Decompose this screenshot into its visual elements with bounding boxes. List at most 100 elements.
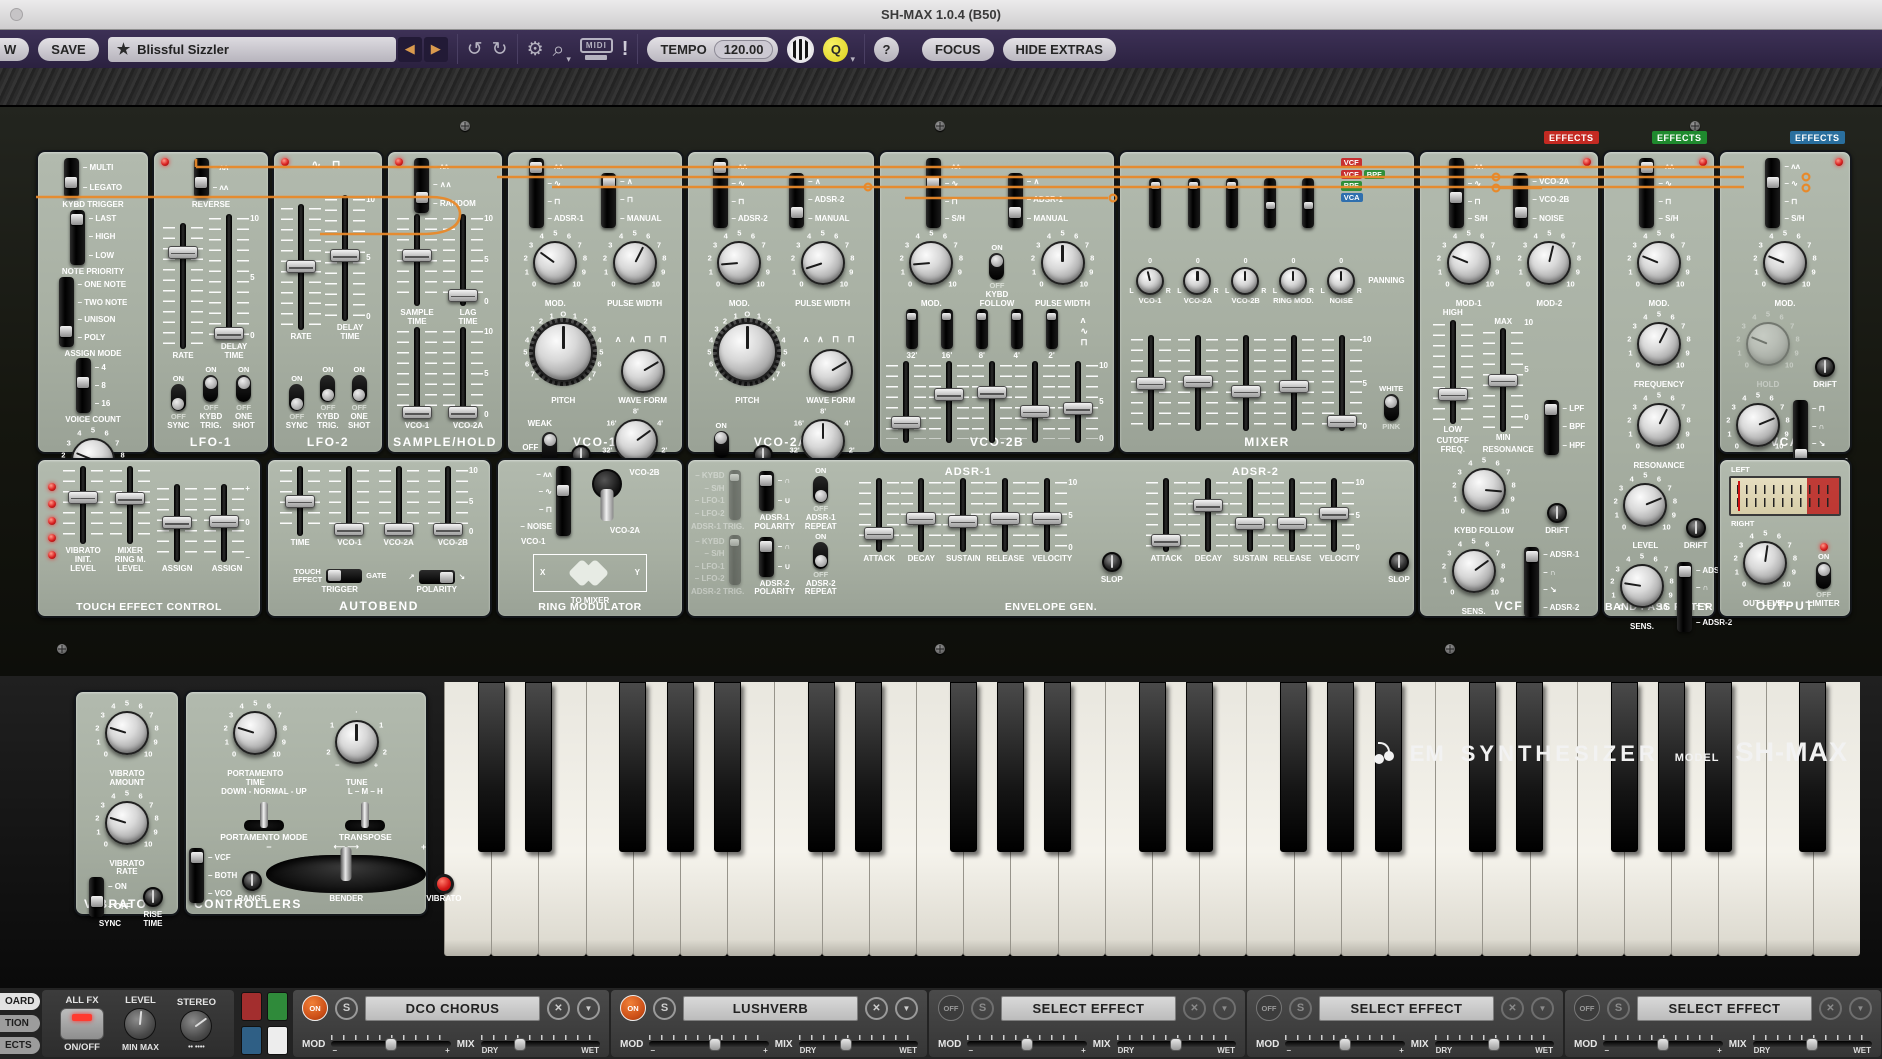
vco2b-mod-knob-dial[interactable]: 012345678910 xyxy=(896,228,966,298)
switch-thumb[interactable] xyxy=(714,162,726,173)
slider-cap[interactable] xyxy=(214,327,244,340)
bender-dest-switch-option[interactable]: – VCF xyxy=(208,854,237,862)
vco2a-pw-source-switch-option[interactable]: – MANUAL xyxy=(808,215,849,223)
triangle-icon[interactable]: – ∧∧ xyxy=(433,181,476,189)
vca-effects-badge[interactable]: EFFECTS xyxy=(1790,131,1845,144)
switch-thumb[interactable] xyxy=(791,207,803,218)
side-tab-partial[interactable]: OARD xyxy=(0,993,40,1010)
adsr2-trig-switch-option[interactable]: – KYBD xyxy=(695,538,725,546)
slider-cap[interactable] xyxy=(1151,534,1181,547)
fx-close-button[interactable]: ✕ xyxy=(865,997,888,1020)
vcf-mod2-source-switch-option[interactable]: – VCO-2B xyxy=(1532,196,1569,204)
mixer-ringmod-pan-knob-knob-face[interactable] xyxy=(1279,267,1307,295)
ringmod-y-select-jack-plug[interactable] xyxy=(590,469,624,527)
adsr1-polarity-switch-body[interactable] xyxy=(759,471,774,511)
vco1-range-knob-knob-face[interactable] xyxy=(614,419,658,463)
vco2b-pw-source-switch-option[interactable]: – ∧ xyxy=(1027,178,1068,186)
vco2a-pw-source-switch-body[interactable] xyxy=(789,173,804,228)
qwerty-button[interactable]: Q xyxy=(823,37,848,62)
adsr2-trig-switch-option[interactable]: – LFO-2 xyxy=(695,575,725,583)
vco2a-pitch-knob-dial[interactable]: O11223344556677−+ xyxy=(704,309,790,395)
vco2b-wave-4-switch-body[interactable] xyxy=(1011,309,1023,349)
ringmod-source-switch-option[interactable]: – ⊓ xyxy=(520,506,552,514)
switch-thumb[interactable] xyxy=(440,572,453,583)
switch-thumb[interactable] xyxy=(1266,202,1275,209)
fx-close-button[interactable]: ✕ xyxy=(1183,997,1206,1020)
saw-icon[interactable]: – ʌʌ xyxy=(433,163,476,171)
toggle-thumb[interactable] xyxy=(815,555,827,567)
slider-cap[interactable] xyxy=(168,246,198,259)
slider-cap[interactable] xyxy=(209,515,239,528)
fx-mod-slider[interactable]: −+ xyxy=(1603,1035,1722,1053)
adsr2-attack-slider-track[interactable] xyxy=(1146,478,1186,552)
adsr2-repeat-toggle-body[interactable] xyxy=(813,542,828,569)
vcf-cutoff-slider-track[interactable] xyxy=(1433,320,1473,424)
lfo2-one-shot-toggle-body[interactable] xyxy=(352,375,367,402)
adsr2-slop-knob-dial[interactable] xyxy=(1387,550,1411,574)
toggle-thumb[interactable] xyxy=(205,377,217,389)
vco2b-mod-source-switch-option[interactable]: – ʌʌ xyxy=(945,163,965,171)
mixer-noise-pan-knob-knob-face[interactable] xyxy=(1327,267,1355,295)
vcf-kybd-follow-knob-knob-face[interactable] xyxy=(1462,468,1506,512)
vco2b-wave-16-switch-body[interactable] xyxy=(941,309,953,349)
assign-mode-switch-body[interactable] xyxy=(59,277,74,347)
note-priority-switch-option[interactable]: – LAST xyxy=(89,215,117,223)
slider-cap[interactable] xyxy=(1277,517,1307,530)
switch-thumb[interactable] xyxy=(91,896,103,907)
assign-mode-switch-option[interactable]: – POLY xyxy=(78,334,128,342)
vco2a-mod-knob-dial[interactable]: 012345678910 xyxy=(704,228,774,298)
black-key[interactable] xyxy=(808,682,835,852)
slider-cap[interactable] xyxy=(934,388,964,401)
vcf-env-switch-option[interactable]: – ∩ xyxy=(1543,569,1579,577)
switch-thumb[interactable] xyxy=(1679,566,1691,577)
vcf-mod1-source-switch-option[interactable]: – ∿ xyxy=(1468,180,1488,188)
lfo1-reverse-switch-body[interactable] xyxy=(194,158,209,198)
vco2b-pw-source-switch-option[interactable]: – ADSR-1 xyxy=(1027,196,1068,204)
vco2a-kybd-follow-toggle-body[interactable] xyxy=(714,431,729,458)
vibrato-button-button[interactable] xyxy=(434,874,454,894)
settings-gear-icon[interactable]: ⚙ xyxy=(527,40,544,59)
vca-env-switch-option[interactable]: – ↘ xyxy=(1812,440,1848,448)
vca-env-switch-option[interactable]: – ⊓ xyxy=(1812,405,1848,413)
vco1-mod-knob-dial[interactable]: 012345678910 xyxy=(520,228,590,298)
slider-cap[interactable] xyxy=(448,406,478,419)
zoom-chevron-icon[interactable]: ▾ xyxy=(566,54,571,68)
toggle-thumb[interactable] xyxy=(991,255,1003,267)
vco1-mod-knob-knob-face[interactable] xyxy=(533,241,577,285)
favorite-star-icon[interactable]: ★ xyxy=(117,40,130,58)
vcf-mod1-source-switch-body[interactable] xyxy=(1449,158,1464,228)
vcf-env-switch-option[interactable]: – ADSR-1 xyxy=(1543,551,1579,559)
switch-thumb[interactable] xyxy=(730,474,739,481)
vcf-env-switch-option[interactable]: – ADSR-2 xyxy=(1543,604,1579,612)
switch-thumb[interactable] xyxy=(60,326,72,337)
adsr1-trig-switch-option[interactable]: – LFO-1 xyxy=(695,497,725,505)
fx-power-button[interactable]: OFF xyxy=(1256,995,1282,1021)
black-key[interactable] xyxy=(855,682,882,852)
slider-cap[interactable] xyxy=(1235,517,1265,530)
vibrato-sync-switch-option[interactable]: – ON xyxy=(108,883,131,891)
bender-dest-switch-body[interactable] xyxy=(189,848,204,903)
ringmod-source-switch-option[interactable]: – ʌʌ xyxy=(520,471,552,479)
bpf-mod-source-switch-option[interactable]: – ∿ xyxy=(1658,180,1678,188)
slider-cap[interactable] xyxy=(1327,415,1357,428)
ringmod-source-switch-option[interactable]: – ∿ xyxy=(520,488,552,496)
sh-vco2a-slider-track[interactable] xyxy=(443,327,483,419)
tune-knob-dial[interactable]: ·1122−+ xyxy=(322,707,392,777)
vco2b-wave-8-switch-body[interactable] xyxy=(976,309,988,349)
mixer-vco2a-route-switch-body[interactable] xyxy=(1188,178,1200,228)
fx-solo-button[interactable]: S xyxy=(1607,997,1630,1020)
autobend-vco2a-slider-track[interactable] xyxy=(379,466,419,536)
switch-thumb[interactable] xyxy=(1189,182,1198,189)
fx-name-field[interactable]: SELECT EFFECT xyxy=(1319,996,1494,1021)
slider-cap[interactable] xyxy=(1231,385,1261,398)
vibrato-rate-knob-knob-face[interactable] xyxy=(105,801,149,845)
fx-close-button[interactable]: ✕ xyxy=(1819,997,1842,1020)
switch-thumb[interactable] xyxy=(1545,404,1557,415)
vca-drift-knob-knob-face[interactable] xyxy=(1815,357,1835,377)
fx-close-button[interactable]: ✕ xyxy=(1501,997,1524,1020)
assign-mode-switch-option[interactable]: – TWO NOTE xyxy=(78,299,128,307)
out-level-knob-dial[interactable]: 012345678910 xyxy=(1730,528,1800,598)
limiter-toggle-body[interactable] xyxy=(1816,562,1831,589)
mixer-vco2a-pan-knob-knob-face[interactable] xyxy=(1183,267,1211,295)
vco2b-pulse-width-knob-dial[interactable]: 012345678910 xyxy=(1028,228,1098,298)
